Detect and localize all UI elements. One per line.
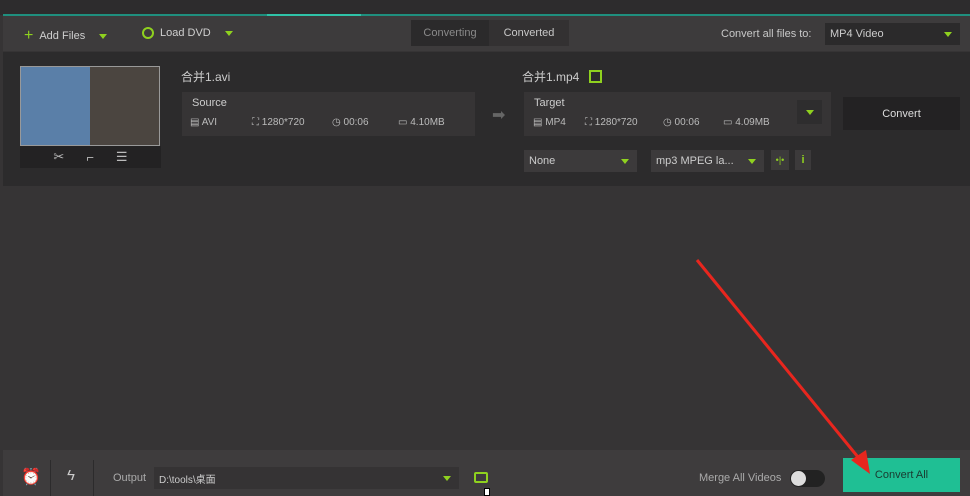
annotation-arrow [695,259,870,474]
